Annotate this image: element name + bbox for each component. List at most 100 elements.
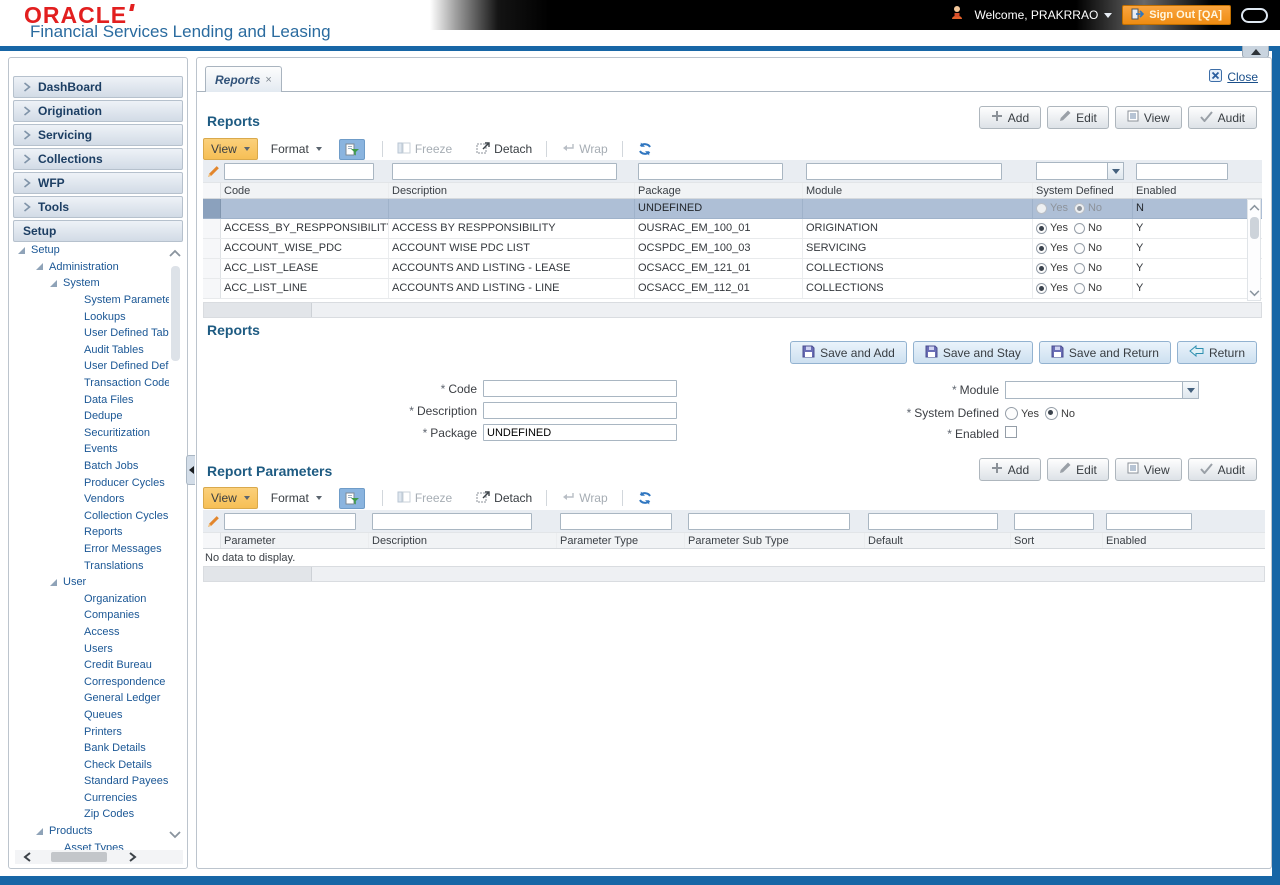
- sidebar-item-collections[interactable]: Collections: [13, 148, 183, 170]
- tree-item-printers[interactable]: Printers: [9, 723, 169, 740]
- column-header-enabled[interactable]: Enabled: [1103, 533, 1265, 548]
- detach-button[interactable]: Detach: [469, 139, 539, 160]
- view-menu-button[interactable]: View: [203, 487, 258, 509]
- tree-item-audit-tables[interactable]: Audit Tables: [9, 342, 169, 359]
- description-filter-input[interactable]: [372, 512, 532, 530]
- radio-yes[interactable]: [1036, 243, 1047, 254]
- tree-horizontal-scrollbar[interactable]: [15, 850, 183, 864]
- tree-item-data-files[interactable]: Data Files: [9, 391, 169, 408]
- status-pill-icon[interactable]: [1241, 7, 1268, 23]
- tree-item-products[interactable]: Products: [9, 823, 169, 840]
- parameter-sub-type-filter-input[interactable]: [688, 512, 850, 530]
- table-row[interactable]: ACCOUNT_WISE_PDC ACCOUNT WISE PDC LIST O…: [203, 239, 1262, 259]
- column-header-enabled[interactable]: Enabled: [1133, 183, 1247, 198]
- tree-vertical-scrollbar[interactable]: [168, 244, 182, 844]
- reports-table-vertical-scrollbar[interactable]: [1247, 199, 1261, 301]
- save-and-stay-button[interactable]: Save and Stay: [912, 341, 1033, 364]
- tree-item-user-defined-defaults[interactable]: User Defined Def: [9, 358, 169, 375]
- table-row-selected[interactable]: UNDEFINED Yes No N: [203, 199, 1262, 219]
- sidebar-item-servicing[interactable]: Servicing: [13, 124, 183, 146]
- tree-item-system-parameters[interactable]: System Paramete: [9, 292, 169, 309]
- column-header-package[interactable]: Package: [635, 183, 803, 198]
- radio-yes[interactable]: [1036, 223, 1047, 234]
- parameter-filter-input[interactable]: [224, 512, 356, 530]
- detach-button[interactable]: Detach: [469, 488, 539, 509]
- table-row[interactable]: ACC_LIST_LEASE ACCOUNTS AND LISTING - LE…: [203, 259, 1262, 279]
- tree-item-producer-cycles[interactable]: Producer Cycles: [9, 474, 169, 491]
- tree-item-system[interactable]: System: [9, 275, 169, 292]
- table-row[interactable]: ACC_LIST_LINE ACCOUNTS AND LISTING - LIN…: [203, 279, 1262, 299]
- audit-button[interactable]: Audit: [1187, 106, 1257, 129]
- column-header-description[interactable]: Description: [369, 533, 557, 548]
- return-button[interactable]: Return: [1176, 341, 1257, 364]
- save-and-add-button[interactable]: Save and Add: [790, 341, 907, 364]
- tree-item-events[interactable]: Events: [9, 441, 169, 458]
- radio-no[interactable]: [1073, 243, 1085, 254]
- package-filter-input[interactable]: [638, 162, 783, 180]
- tab-close-icon[interactable]: ×: [265, 74, 271, 86]
- view-button[interactable]: View: [1114, 458, 1182, 481]
- scroll-down-icon[interactable]: [1249, 286, 1260, 300]
- scrollbar-thumb[interactable]: [170, 266, 180, 361]
- column-header-description[interactable]: Description: [389, 183, 635, 198]
- radio-no[interactable]: [1044, 407, 1058, 421]
- column-header-module[interactable]: Module: [803, 183, 1033, 198]
- scroll-left-icon[interactable]: [23, 852, 31, 862]
- save-and-return-button[interactable]: Save and Return: [1038, 341, 1171, 364]
- sidebar-item-wfp[interactable]: WFP: [13, 172, 183, 194]
- tree-item-companies[interactable]: Companies: [9, 607, 169, 624]
- format-menu-button[interactable]: Format: [264, 488, 329, 508]
- freeze-button[interactable]: Freeze: [390, 488, 459, 509]
- format-menu-button[interactable]: Format: [264, 139, 329, 159]
- sidebar-item-origination[interactable]: Origination: [13, 100, 183, 122]
- tree-item-zip-codes[interactable]: Zip Codes: [9, 806, 169, 823]
- close-page-button[interactable]: Close: [1209, 69, 1258, 85]
- tree-item-transaction-codes[interactable]: Transaction Code: [9, 375, 169, 392]
- system-defined-filter-select[interactable]: [1036, 162, 1124, 180]
- column-header-system-defined[interactable]: System Defined: [1033, 183, 1133, 198]
- column-header-parameter-type[interactable]: Parameter Type: [557, 533, 685, 548]
- column-header-parameter-sub-type[interactable]: Parameter Sub Type: [685, 533, 865, 548]
- enabled-filter-input[interactable]: [1136, 162, 1228, 180]
- tree-item-setup[interactable]: Setup: [9, 242, 169, 259]
- radio-yes[interactable]: [1005, 407, 1018, 421]
- tree-item-vendors[interactable]: Vendors: [9, 491, 169, 508]
- sign-out-button[interactable]: Sign Out [QA]: [1122, 5, 1231, 25]
- tree-item-users[interactable]: Users: [9, 640, 169, 657]
- radio-yes[interactable]: [1036, 203, 1047, 214]
- column-header-parameter[interactable]: Parameter: [221, 533, 369, 548]
- tree-item-translations[interactable]: Translations: [9, 557, 169, 574]
- tree-item-collection-cycles[interactable]: Collection Cycles: [9, 508, 169, 525]
- refresh-button[interactable]: [630, 139, 660, 159]
- welcome-user-menu[interactable]: Welcome, PRAKRRAO: [974, 8, 1113, 22]
- refresh-button[interactable]: [630, 488, 660, 508]
- sidebar-item-setup[interactable]: Setup: [13, 220, 183, 242]
- radio-yes[interactable]: [1036, 263, 1047, 274]
- edit-button[interactable]: Edit: [1047, 458, 1109, 481]
- radio-yes[interactable]: [1036, 283, 1047, 294]
- tree-item-check-details[interactable]: Check Details: [9, 756, 169, 773]
- radio-no[interactable]: [1073, 283, 1085, 294]
- scroll-right-icon[interactable]: [129, 852, 137, 862]
- default-filter-input[interactable]: [868, 512, 998, 530]
- code-filter-input[interactable]: [224, 162, 374, 180]
- tree-item-administration[interactable]: Administration: [9, 259, 169, 276]
- tree-item-access[interactable]: Access: [9, 624, 169, 641]
- tree-item-dedupe[interactable]: Dedupe: [9, 408, 169, 425]
- code-field-input[interactable]: [483, 380, 677, 397]
- radio-no[interactable]: [1073, 223, 1085, 234]
- enabled-checkbox[interactable]: [1005, 426, 1017, 438]
- description-filter-input[interactable]: [392, 162, 617, 180]
- tree-item-securitization[interactable]: Securitization: [9, 425, 169, 442]
- parameter-type-filter-input[interactable]: [560, 512, 672, 530]
- tree-item-currencies[interactable]: Currencies: [9, 790, 169, 807]
- view-button[interactable]: View: [1114, 106, 1182, 129]
- sidebar-item-dashboard[interactable]: DashBoard: [13, 76, 183, 98]
- enabled-filter-input[interactable]: [1106, 512, 1192, 530]
- sort-filter-input[interactable]: [1014, 512, 1094, 530]
- add-button[interactable]: Add: [978, 106, 1042, 129]
- table-row[interactable]: ACCESS_BY_RESPPONSIBILITY ACCESS BY RESP…: [203, 219, 1262, 239]
- tree-item-general-ledger[interactable]: General Ledger: [9, 690, 169, 707]
- tree-item-user[interactable]: User: [9, 574, 169, 591]
- module-filter-input[interactable]: [806, 162, 1002, 180]
